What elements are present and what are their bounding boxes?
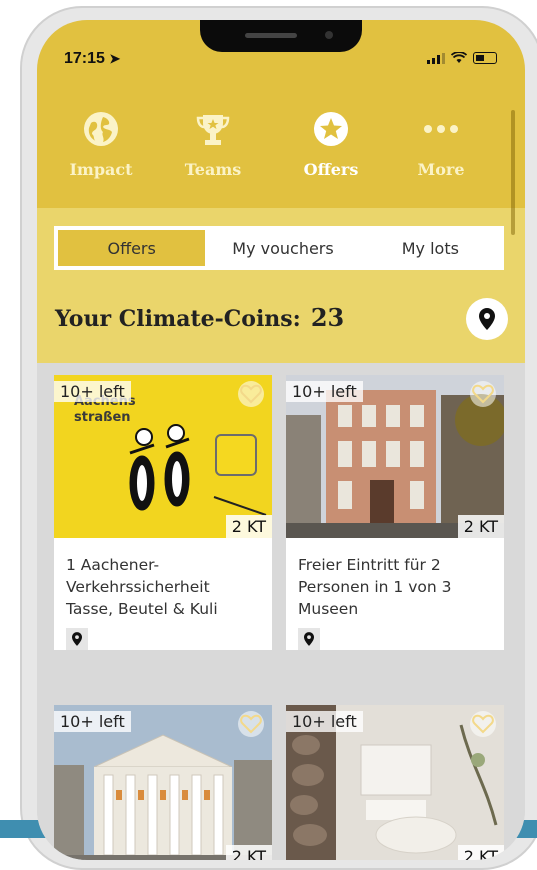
price-tag: 2 KT — [457, 845, 504, 860]
status-time: 17:15 ➤ — [64, 50, 120, 68]
time-text: 17:15 — [64, 50, 105, 67]
favorite-button[interactable] — [238, 711, 264, 737]
speaker — [245, 33, 297, 38]
price-tag: 2 KT — [225, 845, 272, 860]
tab-my-lots[interactable]: My lots — [357, 226, 504, 270]
camera — [325, 31, 333, 39]
location-pin-icon — [479, 308, 495, 330]
nav-label: More — [417, 160, 465, 179]
location-pin-icon[interactable] — [298, 628, 320, 650]
nav-item-impact[interactable]: Impact — [51, 110, 151, 179]
offer-card[interactable]: 10+ left 2 KT — [286, 705, 504, 860]
map-button[interactable] — [466, 298, 508, 340]
tab-offers[interactable]: Offers — [58, 230, 206, 266]
offer-card[interactable]: 10+ left 2 KT Freier Eintritt für 2 Pers… — [286, 375, 504, 650]
app-screen: 17:15 ➤ Impact Teams Offers More Offers … — [37, 20, 525, 860]
trophy-icon — [194, 110, 232, 148]
heart-icon — [472, 384, 494, 404]
nav-label: Teams — [184, 160, 242, 179]
price-tag: 2 KT — [457, 515, 504, 538]
location-pin-icon[interactable] — [66, 628, 88, 650]
signal-icon — [427, 52, 445, 64]
battery-icon — [473, 52, 497, 64]
heart-icon — [240, 714, 262, 734]
heart-icon — [472, 714, 494, 734]
stock-badge: 10+ left — [54, 381, 131, 402]
offer-card[interactable]: Aachens straßen 10+ left — [54, 375, 272, 650]
offer-card[interactable]: 10+ left 2 KT — [54, 705, 272, 860]
phone-notch — [200, 20, 362, 52]
offer-image: 10+ left 2 KT — [286, 375, 504, 538]
star-icon — [312, 110, 350, 148]
stock-badge: 10+ left — [54, 711, 131, 732]
offers-header: Offers My vouchers My lots Your Climate-… — [37, 208, 525, 363]
status-icons — [427, 52, 497, 64]
segmented-tabs: Offers My vouchers My lots — [54, 226, 504, 270]
favorite-button[interactable] — [470, 711, 496, 737]
coins-value: 23 — [310, 303, 345, 332]
offer-title: 1 Aachener-Verkehrssicherheit Tasse, Beu… — [66, 556, 218, 618]
tab-my-vouchers[interactable]: My vouchers — [209, 226, 356, 270]
location-arrow-icon: ➤ — [109, 51, 121, 66]
more-dots-icon — [422, 110, 460, 148]
stock-badge: 10+ left — [286, 711, 363, 732]
offers-grid: Aachens straßen 10+ left — [37, 363, 525, 860]
nav-label: Offers — [303, 160, 359, 179]
climate-coins-summary: Your Climate-Coins: 23 — [55, 303, 344, 332]
nav-item-teams[interactable]: Teams — [163, 110, 263, 179]
top-navigation: Impact Teams Offers More — [37, 80, 525, 208]
scroll-indicator[interactable] — [511, 110, 515, 235]
favorite-button[interactable] — [470, 381, 496, 407]
offer-title: Freier Eintritt für 2 Personen in 1 von … — [298, 556, 452, 618]
favorite-button[interactable] — [238, 381, 264, 407]
offer-image: Aachens straßen 10+ left — [54, 375, 272, 538]
globe-icon — [82, 110, 120, 148]
price-tag: 2 KT — [225, 515, 272, 538]
nav-item-offers[interactable]: Offers — [281, 110, 381, 179]
nav-item-more[interactable]: More — [391, 110, 491, 179]
image-lettering: straßen — [74, 410, 131, 425]
nav-label: Impact — [69, 160, 133, 179]
heart-icon — [240, 384, 262, 404]
wifi-icon — [451, 52, 467, 63]
stock-badge: 10+ left — [286, 381, 363, 402]
coins-label: Your Climate-Coins: — [55, 306, 301, 332]
offer-image: 10+ left 2 KT — [54, 705, 272, 860]
offer-image: 10+ left 2 KT — [286, 705, 504, 860]
